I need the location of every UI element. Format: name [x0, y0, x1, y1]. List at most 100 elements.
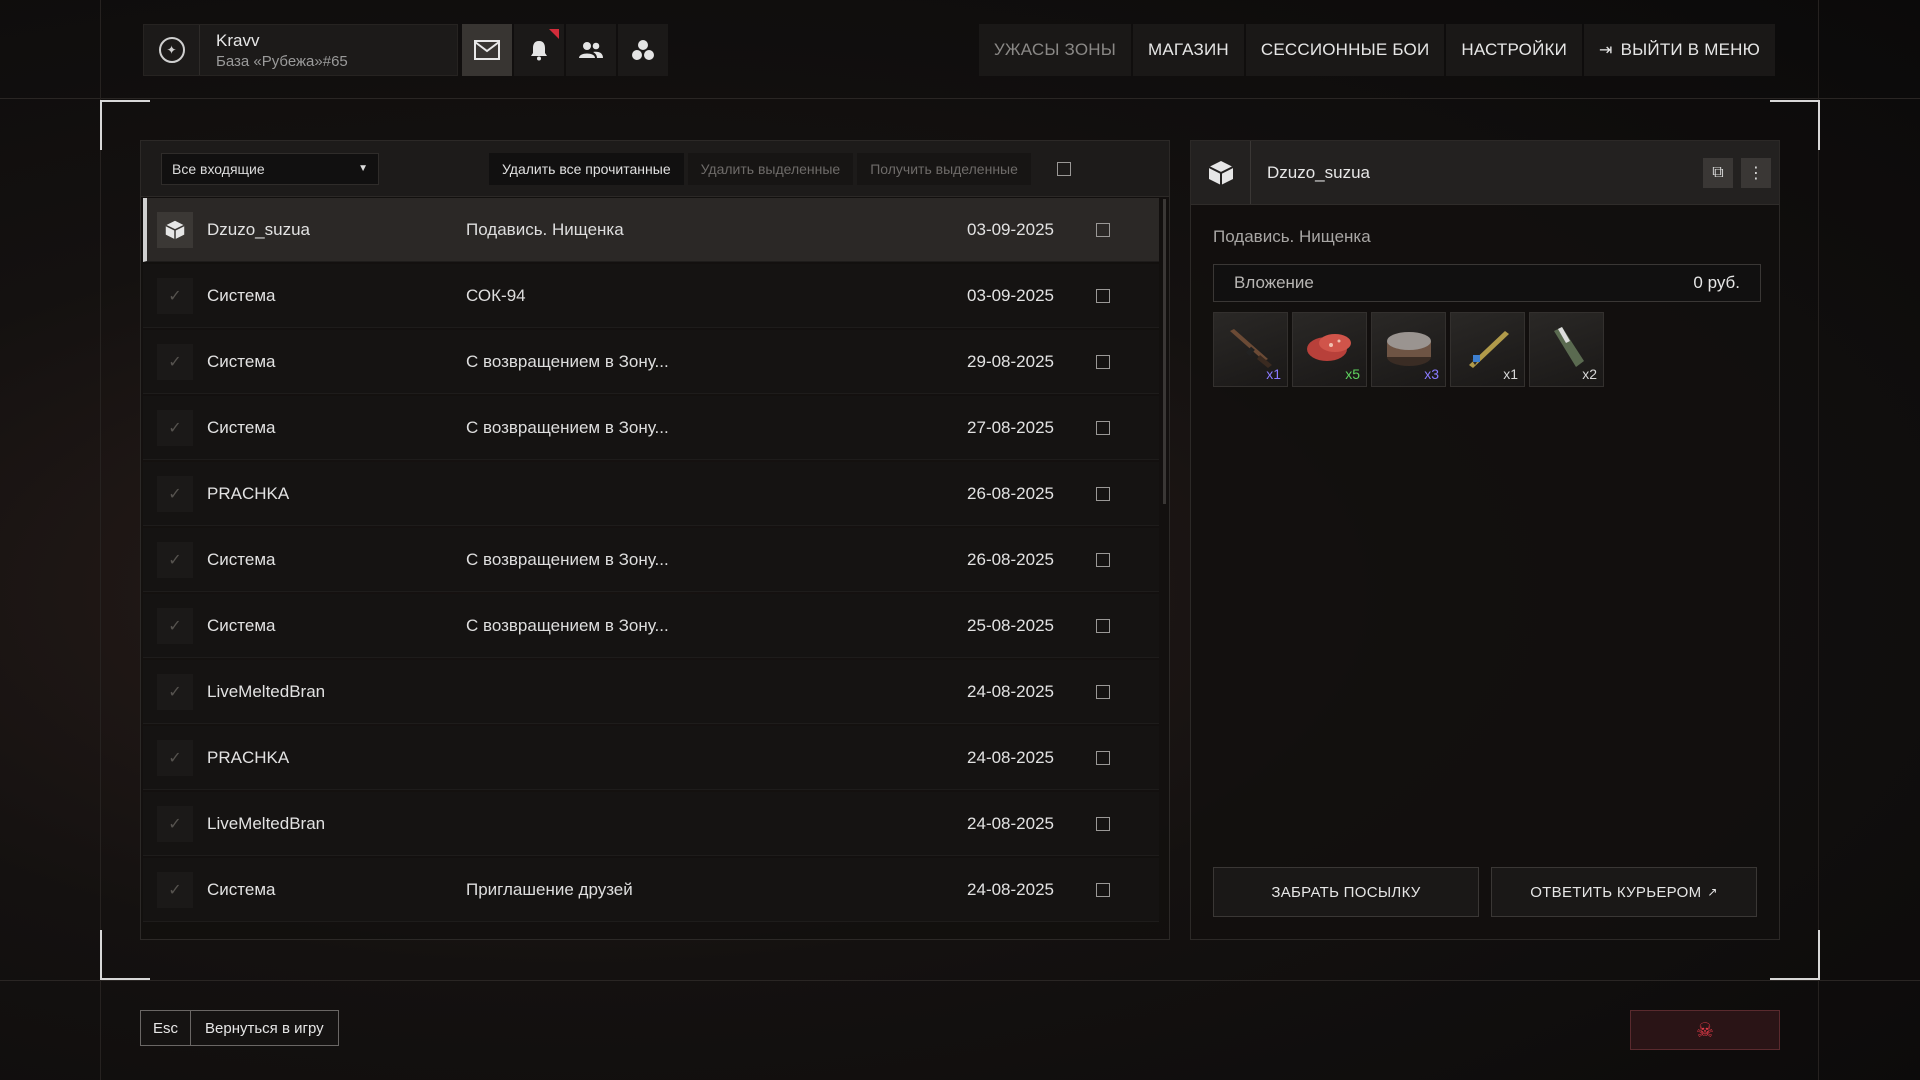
nav-exit-menu[interactable]: ⇥ ВЫЙТИ В МЕНЮ [1584, 24, 1775, 76]
mail-sender: PRACHKA [207, 483, 290, 503]
detail-subject: Подавись. Нищенка [1213, 227, 1371, 246]
item-count: x2 [1582, 366, 1597, 382]
mail-row[interactable]: ✓ Система С возвращением в Зону... 25-08-20… [143, 594, 1159, 658]
mail-checkbox[interactable] [1096, 816, 1110, 831]
item-count: x5 [1345, 366, 1360, 382]
skull-icon: ☠ [1696, 1019, 1714, 1042]
more-vertical-icon: ⋮ [1748, 164, 1764, 182]
mail-date: 25-08-2025 [967, 615, 1054, 635]
mail-date: 03-09-2025 [967, 219, 1054, 239]
group-button[interactable] [618, 24, 668, 76]
more-options-button[interactable]: ⋮ [1741, 157, 1771, 188]
group-icon [632, 40, 654, 60]
mail-row[interactable]: ✓ PRACHKA 26-08-2025 [143, 462, 1159, 526]
bottom-divider [0, 980, 1920, 981]
item-count: x3 [1424, 366, 1439, 382]
mail-subject: СОК-94 [466, 285, 526, 305]
friends-button[interactable] [566, 24, 616, 76]
player-nickname: Kravv [216, 30, 260, 50]
mail-row[interactable]: ✓ LiveMeltedBran 24-08-2025 [143, 660, 1159, 724]
external-link-icon: ⧉ [1712, 163, 1724, 181]
mail-checkbox[interactable] [1096, 420, 1110, 435]
detail-header: Dzuzo_suzua ⧉ ⋮ [1191, 141, 1779, 205]
mail-icon [474, 40, 500, 60]
mail-filter-select[interactable]: Все входящие ▼ [161, 152, 379, 185]
mail-checkbox[interactable] [1096, 486, 1110, 501]
rifle-item[interactable]: x1 [1213, 312, 1288, 387]
mail-sender: Dzuzo_suzua [207, 219, 311, 239]
mail-checkbox[interactable] [1096, 222, 1110, 237]
right-divider [1818, 0, 1819, 1080]
mail-row[interactable]: ✓ Система С возвращением в Зону... 29-08-20… [143, 330, 1159, 394]
bell-icon [531, 41, 547, 61]
profile-card[interactable]: ✦ Kravv База «Рубежа»#65 [143, 24, 458, 76]
mail-sender: LiveMeltedBran [207, 813, 326, 833]
mail-row[interactable]: ✓ Система С возвращением в Зону... 27-08-20… [143, 396, 1159, 460]
mail-subject: Приглашение друзей [466, 879, 633, 899]
bottle-item[interactable]: x2 [1529, 312, 1604, 387]
notifications-button[interactable] [514, 24, 564, 76]
mail-sender: Система [207, 351, 276, 371]
mail-subject: Подавись. Нищенка [466, 219, 624, 239]
delete-read-button[interactable]: Удалить все прочитанные [489, 152, 684, 185]
mail-detail-panel: Dzuzo_suzua ⧉ ⋮ Подавись. Нищенка Вложен… [1190, 140, 1780, 940]
mail-checkbox[interactable] [1096, 618, 1110, 633]
take-parcel-button[interactable]: ЗАБРАТЬ ПОСЫЛКУ [1213, 867, 1479, 917]
mail-row[interactable]: ✓ Система С возвращением в Зону... 26-08-20… [143, 528, 1159, 592]
nav-shop[interactable]: МАГАЗИН [1132, 24, 1244, 76]
package-icon [1191, 141, 1251, 204]
mail-sender: Система [207, 417, 276, 437]
mail-button[interactable] [462, 24, 512, 76]
check-icon: ✓ [157, 673, 193, 710]
bayonet-item[interactable]: x1 [1450, 312, 1525, 387]
mail-row[interactable]: ✓ PRACHKA 24-08-2025 [143, 726, 1159, 790]
canned-food-item[interactable]: x3 [1371, 312, 1446, 387]
mail-row[interactable]: ✓ Система Приглашение друзей 24-08-2025 [143, 858, 1159, 922]
package-icon [157, 211, 193, 248]
mail-checkbox[interactable] [1096, 750, 1110, 765]
attachment-label: Вложение [1234, 273, 1314, 292]
mail-rows: Dzuzo_suzua Подавись. Нищенка 03-09-2025 ✓ С… [143, 198, 1159, 924]
check-icon: ✓ [157, 805, 193, 842]
mail-row[interactable]: ✓ Система СОК-94 03-09-2025 [143, 264, 1159, 328]
mail-sender: Система [207, 285, 276, 305]
item-count: x1 [1266, 366, 1281, 382]
mail-date: 26-08-2025 [967, 549, 1054, 569]
mail-sender: Система [207, 879, 276, 899]
delete-selected-button[interactable]: Удалить выделенные [687, 152, 854, 185]
danger-button[interactable]: ☠ [1630, 1010, 1780, 1050]
mail-row[interactable]: ✓ LiveMeltedBran 24-08-2025 [143, 792, 1159, 856]
mail-row[interactable]: Dzuzo_suzua Подавись. Нищенка 03-09-2025 [143, 198, 1159, 262]
external-link-icon: ↗ [1707, 885, 1718, 899]
mail-date: 24-08-2025 [967, 681, 1054, 701]
check-icon: ✓ [157, 277, 193, 314]
player-base: База «Рубежа»#65 [216, 52, 348, 70]
mail-checkbox[interactable] [1096, 288, 1110, 303]
nav-session-battles[interactable]: СЕССИОННЫЕ БОИ [1245, 24, 1445, 76]
nav-zone-horrors[interactable]: УЖАСЫ ЗОНЫ [978, 24, 1131, 76]
mail-date: 03-09-2025 [967, 285, 1054, 305]
sausage-item[interactable]: x5 [1292, 312, 1367, 387]
mail-date: 26-08-2025 [967, 483, 1054, 503]
mail-sender: Система [207, 615, 276, 635]
nav-settings[interactable]: НАСТРОЙКИ [1446, 24, 1583, 76]
check-icon: ✓ [157, 739, 193, 776]
main-nav: УЖАСЫ ЗОНЫ МАГАЗИН СЕССИОННЫЕ БОИ НАСТРО… [977, 24, 1775, 76]
mail-date: 24-08-2025 [967, 747, 1054, 767]
mail-list-scrollbar[interactable] [1163, 199, 1166, 504]
mail-checkbox[interactable] [1096, 684, 1110, 699]
left-divider [100, 0, 101, 1080]
back-to-game-hint[interactable]: Esc Вернуться в игру [140, 1010, 339, 1046]
mail-filter-value: Все входящие [172, 160, 265, 177]
reply-courier-button[interactable]: ОТВЕТИТЬ КУРЬЕРОМ ↗ [1491, 867, 1757, 917]
check-icon: ✓ [157, 343, 193, 380]
attachment-price: 0 руб. [1693, 273, 1740, 292]
mail-checkbox[interactable] [1096, 882, 1110, 897]
mail-checkbox[interactable] [1096, 354, 1110, 369]
select-all-checkbox[interactable] [1056, 161, 1071, 176]
receive-selected-button[interactable]: Получить выделенные [857, 152, 1031, 185]
mail-checkbox[interactable] [1096, 552, 1110, 567]
open-external-button[interactable]: ⧉ [1703, 157, 1733, 188]
mail-subject: С возвращением в Зону... [466, 615, 669, 635]
mail-date: 29-08-2025 [967, 351, 1054, 371]
